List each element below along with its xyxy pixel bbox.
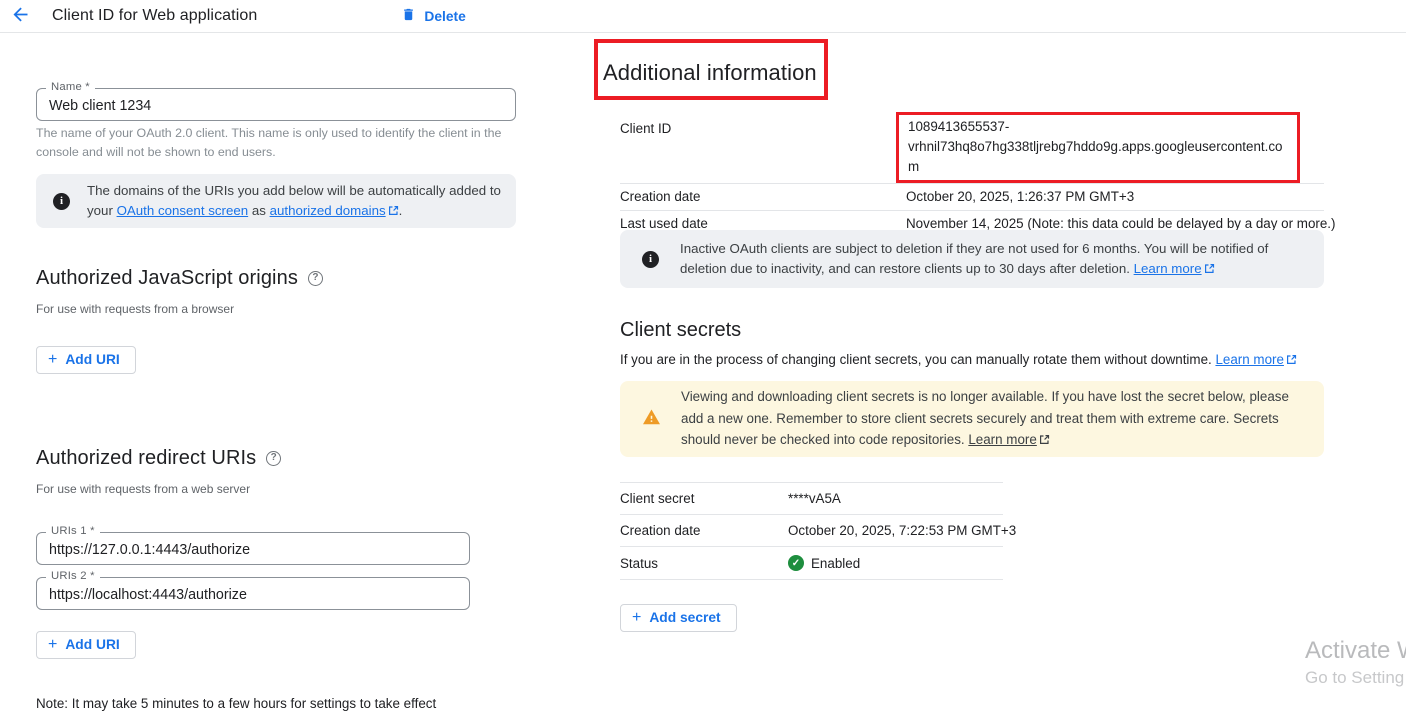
secrets-learn-more-link[interactable]: Learn more	[1215, 352, 1283, 367]
name-field-label: Name *	[46, 81, 95, 93]
add-origin-uri-button[interactable]: + Add URI	[36, 346, 136, 374]
warning-icon	[642, 408, 661, 430]
redirect-uri-1-input[interactable]	[37, 533, 469, 564]
annotation-box-heading: Additional information	[594, 39, 828, 100]
watermark-line-1: Activate W	[1305, 637, 1406, 665]
client-secrets-intro: If you are in the process of changing cl…	[620, 352, 1297, 368]
redirect-uri-2-input[interactable]	[37, 578, 469, 609]
add-origin-uri-label: Add URI	[65, 352, 119, 367]
windows-activation-watermark: Activate W Go to Setting	[1305, 637, 1406, 688]
add-secret-label: Add secret	[649, 610, 720, 625]
last-used-date-value: November 14, 2025 (Note: this data could…	[906, 216, 1336, 231]
redirect-uris-subtitle: For use with requests from a web server	[36, 482, 250, 496]
client-name-field: Name *	[36, 88, 516, 121]
js-origins-title: Authorized JavaScript origins	[36, 267, 298, 290]
table-row-secret-creation-date: Creation date October 20, 2025, 7:22:53 …	[620, 515, 1003, 547]
inactive-clients-text: Inactive OAuth clients are subject to de…	[680, 239, 1306, 280]
js-origins-subtitle: For use with requests from a browser	[36, 302, 234, 316]
external-link-icon	[388, 202, 399, 222]
secrets-intro-text: If you are in the process of changing cl…	[620, 352, 1215, 367]
additional-information-panel: Additional information Client ID 1089413…	[598, 0, 1358, 714]
help-icon[interactable]: ?	[266, 451, 281, 466]
domains-info-banner: i The domains of the URIs you add below …	[36, 174, 516, 228]
add-redirect-uri-label: Add URI	[65, 637, 119, 652]
name-helper-text: The name of your OAuth 2.0 client. This …	[36, 124, 514, 161]
client-secret-label: Client secret	[620, 491, 788, 506]
status-value: Enabled	[811, 556, 860, 571]
watermark-line-2: Go to Setting	[1305, 668, 1406, 688]
client-secret-value: ****vA5A	[788, 491, 841, 506]
domains-text-3: .	[399, 203, 403, 218]
external-link-icon	[1286, 353, 1297, 368]
client-secrets-title: Client secrets	[620, 319, 741, 342]
plus-icon: +	[48, 638, 57, 652]
additional-information-table: Client ID 1089413655537-vrhnil73hq8o7hg3…	[620, 112, 1324, 238]
annotation-box-client-id: 1089413655537-vrhnil73hq8o7hg338tljrebg7…	[896, 112, 1300, 183]
help-icon[interactable]: ?	[308, 271, 323, 286]
secrets-warning-text: Viewing and downloading client secrets i…	[681, 386, 1308, 452]
table-row-creation-date: Creation date October 20, 2025, 1:26:37 …	[620, 184, 1324, 211]
add-redirect-uri-button[interactable]: + Add URI	[36, 631, 136, 659]
warning-learn-more-link[interactable]: Learn more	[968, 432, 1036, 447]
domains-banner-text: The domains of the URIs you add below wi…	[87, 181, 502, 222]
settings-delay-note: Note: It may take 5 minutes to a few hou…	[36, 696, 516, 711]
table-row-status: Status ✓ Enabled	[620, 547, 1003, 580]
js-origins-heading: Authorized JavaScript origins ?	[36, 267, 323, 290]
last-used-date-label: Last used date	[620, 216, 906, 231]
inactive-clients-banner: i Inactive OAuth clients are subject to …	[620, 230, 1324, 288]
client-name-input[interactable]	[37, 89, 515, 120]
redirect-uris-title: Authorized redirect URIs	[36, 447, 256, 470]
client-id-value: 1089413655537-vrhnil73hq8o7hg338tljrebg7…	[908, 117, 1291, 177]
client-settings-panel: Name * The name of your OAuth 2.0 client…	[36, 0, 516, 714]
add-secret-button[interactable]: + Add secret	[620, 604, 737, 632]
table-row-client-secret: Client secret ****vA5A	[620, 483, 1003, 515]
back-button[interactable]	[0, 0, 40, 32]
client-id-label: Client ID	[620, 112, 906, 136]
redirect-uri-2-field: URIs 2 *	[36, 577, 470, 610]
table-row-client-id: Client ID 1089413655537-vrhnil73hq8o7hg3…	[620, 112, 1324, 184]
uri-1-label: URIs 1 *	[46, 525, 100, 537]
status-badge: ✓ Enabled	[788, 555, 860, 571]
external-link-icon	[1039, 430, 1050, 452]
secrets-warning-banner: Viewing and downloading client secrets i…	[620, 381, 1324, 457]
secret-creation-date-label: Creation date	[620, 523, 788, 538]
creation-date-label: Creation date	[620, 189, 906, 204]
info-icon: i	[642, 251, 659, 268]
plus-icon: +	[632, 611, 641, 625]
authorized-domains-link[interactable]: authorized domains	[270, 203, 386, 218]
additional-information-title: Additional information	[598, 43, 824, 86]
secret-creation-date-value: October 20, 2025, 7:22:53 PM GMT+3	[788, 523, 1016, 538]
redirect-uri-1-field: URIs 1 *	[36, 532, 470, 565]
external-link-icon	[1204, 260, 1215, 280]
oauth-consent-screen-link[interactable]: OAuth consent screen	[117, 203, 249, 218]
check-circle-icon: ✓	[788, 555, 804, 571]
redirect-uris-heading: Authorized redirect URIs ?	[36, 447, 281, 470]
info-icon: i	[53, 193, 70, 210]
uri-2-label: URIs 2 *	[46, 570, 100, 582]
creation-date-value: October 20, 2025, 1:26:37 PM GMT+3	[906, 189, 1134, 204]
status-label: Status	[620, 556, 788, 571]
plus-icon: +	[48, 353, 57, 367]
client-secret-table: Client secret ****vA5A Creation date Oct…	[620, 482, 1003, 580]
domains-text-2: as	[248, 203, 269, 218]
back-arrow-icon	[10, 4, 31, 28]
inactive-learn-more-link[interactable]: Learn more	[1134, 261, 1202, 276]
